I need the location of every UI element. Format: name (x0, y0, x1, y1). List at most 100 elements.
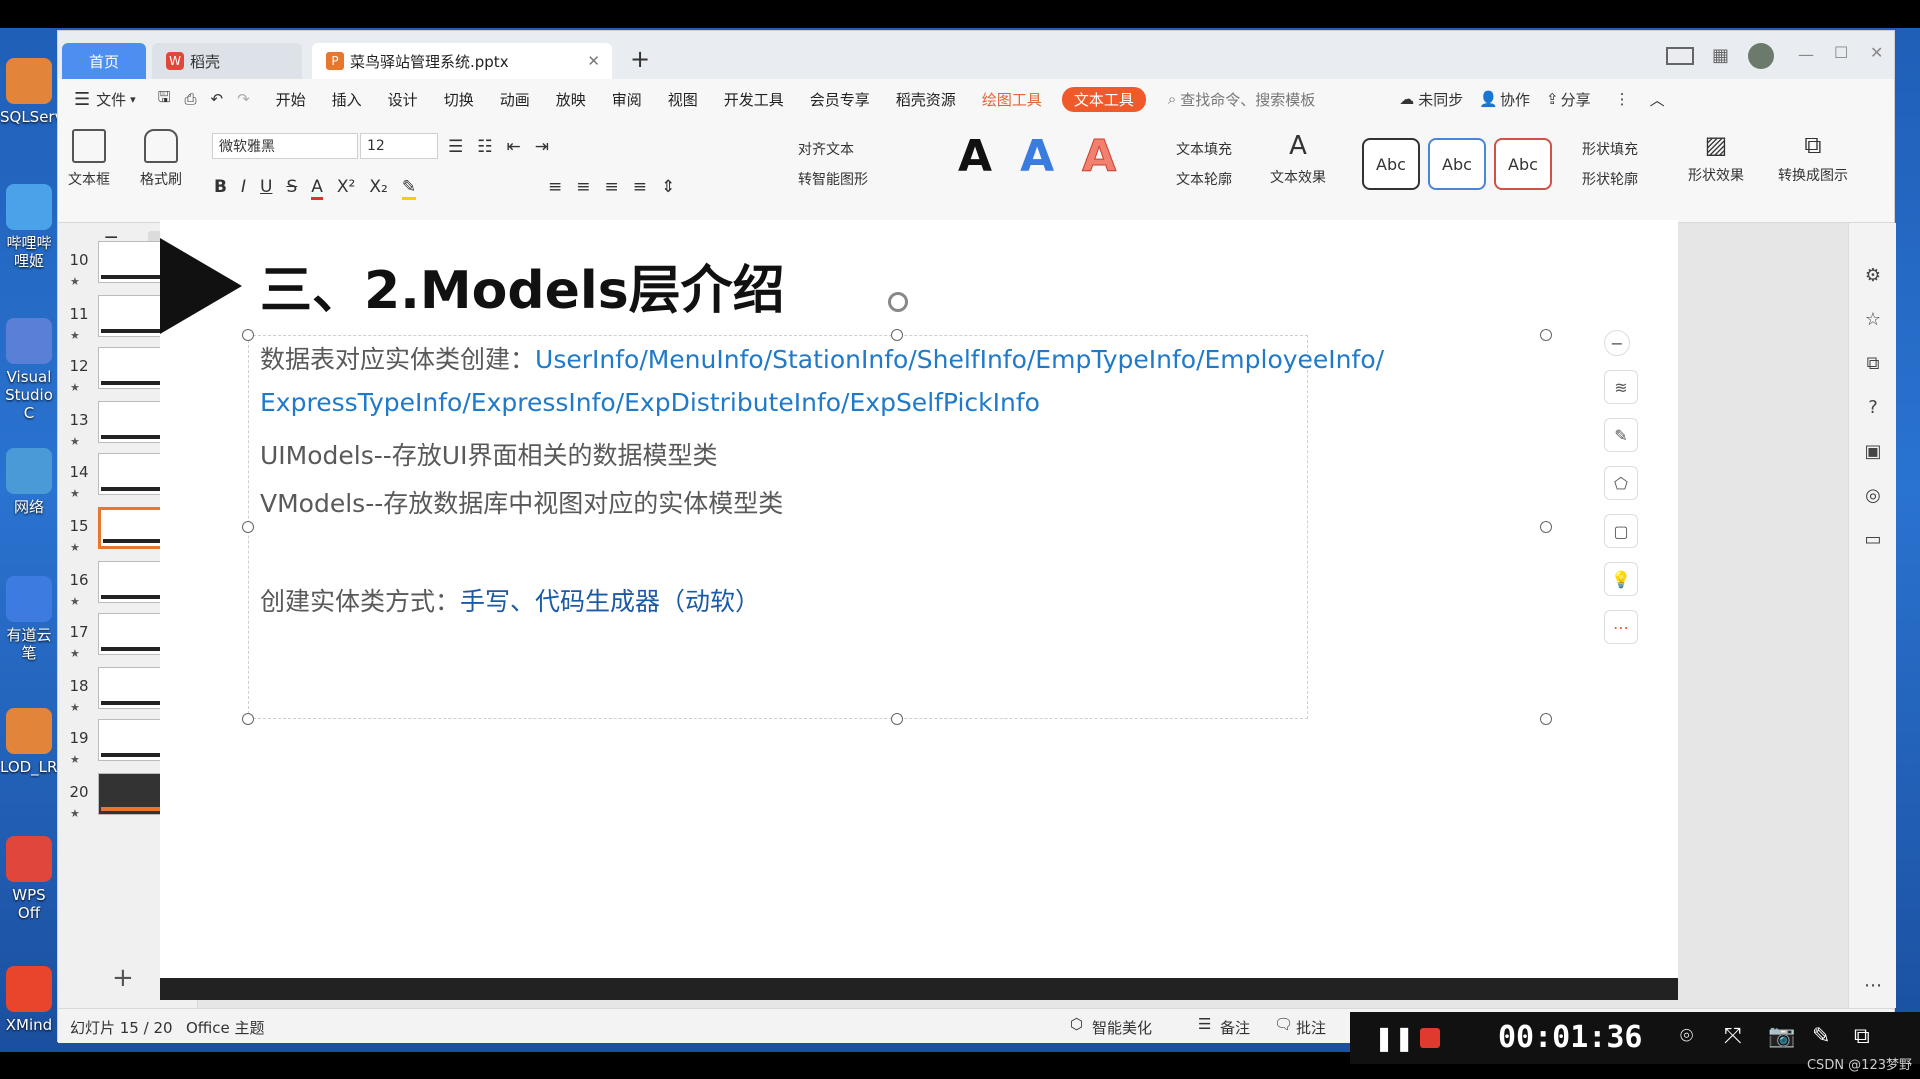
pen-icon[interactable]: ✎ (1604, 418, 1638, 452)
justify-icon[interactable]: ≡ (633, 177, 647, 197)
menu-item[interactable]: 开始 (276, 89, 306, 110)
content-line-1[interactable]: 数据表对应实体类创建：UserInfo/MenuInfo/StationInfo… (260, 340, 1384, 376)
bold-icon[interactable]: B (214, 177, 227, 200)
wordart-black[interactable]: A (958, 131, 992, 182)
resize-handle[interactable] (1540, 329, 1552, 341)
menu-item[interactable]: 审阅 (612, 89, 642, 110)
smart-shape-button[interactable]: 转智能图形 (798, 169, 868, 189)
hamburger-icon[interactable]: ☰ (74, 89, 90, 110)
command-search[interactable]: 查找命令、搜索模板 (1180, 89, 1315, 110)
tab-document[interactable]: P 菜鸟驿站管理系统.pptx ✕ (312, 43, 612, 79)
slide-title[interactable]: 三、2.Models层介绍 (260, 248, 785, 323)
align-center-icon[interactable]: ≡ (576, 177, 590, 197)
convert-diagram-button[interactable]: ⧉ 转换成图示 (1778, 131, 1848, 185)
menu-item[interactable]: 动画 (500, 89, 530, 110)
shape-style-1[interactable]: Abc (1362, 138, 1420, 190)
current-slide[interactable]: 三、2.Models层介绍 数据表对应实体类创建：UserInfo/MenuIn… (160, 220, 1678, 1000)
slide-thumbnail[interactable] (98, 773, 168, 815)
adjust-icon[interactable]: ⚙ (1861, 263, 1885, 287)
shape-outline-button[interactable]: 形状轮廓 (1582, 169, 1638, 189)
slide-thumbnail[interactable] (98, 613, 168, 655)
italic-icon[interactable]: I (241, 177, 246, 200)
location-icon[interactable]: ◎ (1861, 483, 1885, 507)
book-icon[interactable]: ▭ (1861, 527, 1885, 551)
more-icon[interactable]: ⋮ (1615, 90, 1630, 108)
slide-thumbnail[interactable] (98, 453, 168, 495)
sync-status[interactable]: 未同步 (1418, 89, 1463, 110)
bilibili-shortcut[interactable]: 哔哩哔哩姬 (0, 184, 58, 270)
redo-icon[interactable]: ↷ (237, 90, 250, 108)
bullets-icon[interactable]: ☰ (448, 137, 463, 157)
menu-item[interactable]: 稻壳资源 (896, 89, 956, 110)
resize-handle[interactable] (891, 713, 903, 725)
draw-icon[interactable]: ✎ (1812, 1024, 1830, 1049)
textbox-button[interactable]: 文本框 (68, 129, 110, 189)
save-icon[interactable]: 🖫 (158, 87, 171, 112)
menu-item[interactable]: 切换 (444, 89, 474, 110)
subscript-icon[interactable]: X₂ (369, 177, 387, 200)
close-tab-icon[interactable]: ✕ (587, 52, 600, 70)
shape-style-3[interactable]: Abc (1494, 138, 1552, 190)
slide-thumbnail[interactable] (98, 295, 168, 337)
font-family-select[interactable]: 微软雅黑 (212, 133, 358, 159)
shape-style-2[interactable]: Abc (1428, 138, 1486, 190)
align-left-icon[interactable]: ≡ (548, 177, 562, 197)
wps-shortcut[interactable]: WPS Off (0, 836, 58, 922)
underline-icon[interactable]: U (260, 177, 272, 200)
print-icon[interactable]: ⎙ (184, 90, 196, 108)
collapse-icon[interactable]: − (1604, 330, 1630, 356)
slide-thumbnail[interactable] (98, 719, 168, 761)
slide-thumbnail[interactable] (98, 667, 168, 709)
superscript-icon[interactable]: X² (337, 177, 355, 200)
minimize-button[interactable]: — (1798, 45, 1814, 64)
sqlserver-shortcut[interactable]: SQLServ (0, 58, 63, 126)
resize-handle[interactable] (242, 713, 254, 725)
more-dots-icon[interactable]: ⋯ (1604, 610, 1638, 644)
collapse-ribbon-icon[interactable]: ︿ (1650, 89, 1665, 110)
more-options-icon[interactable]: ⋯ (1861, 973, 1885, 997)
align-right-icon[interactable]: ≡ (605, 177, 619, 197)
resize-handle[interactable] (242, 329, 254, 341)
notes-button[interactable]: 备注 (1220, 1017, 1250, 1038)
screenshot-icon[interactable]: ⌾ (1680, 1024, 1693, 1049)
share-button[interactable]: 分享 (1561, 89, 1591, 110)
numbering-icon[interactable]: ☷ (477, 137, 492, 157)
slide-thumbnail[interactable] (98, 561, 168, 603)
line-spacing-icon[interactable]: ⇕ (661, 177, 675, 197)
format-painter-button[interactable]: 格式刷 (140, 129, 182, 189)
text-outline-button[interactable]: 文本轮廓 (1176, 169, 1232, 189)
undo-icon[interactable]: ↶ (210, 90, 223, 108)
lightbulb-icon[interactable]: 💡 (1604, 562, 1638, 596)
indent-icon[interactable]: ⇤ (507, 137, 521, 157)
maximize-button[interactable]: ☐ (1834, 43, 1848, 62)
slide-thumbnail[interactable] (98, 347, 168, 389)
slide-thumbnail[interactable] (98, 401, 168, 443)
text-fill-button[interactable]: 文本填充 (1176, 139, 1232, 159)
highlight-icon[interactable]: ✎ (401, 177, 417, 200)
menu-item[interactable]: 插入 (332, 89, 362, 110)
content-line-4[interactable]: VModels--存放数据库中视图对应的实体模型类 (260, 484, 783, 520)
menu-item[interactable]: 设计 (388, 89, 418, 110)
strike-icon[interactable]: S (286, 177, 297, 200)
menu-drawing-tools[interactable]: 绘图工具 (982, 89, 1042, 110)
stop-icon[interactable] (1420, 1028, 1440, 1048)
frame-icon[interactable]: ▢ (1604, 514, 1638, 548)
new-tab-button[interactable]: + (630, 45, 650, 73)
slide-thumbnail[interactable] (98, 241, 168, 283)
window-icon[interactable]: ⧉ (1854, 1024, 1870, 1049)
fill-icon[interactable]: ⬠ (1604, 466, 1638, 500)
pause-icon[interactable]: ❚❚ (1374, 1024, 1414, 1052)
menu-item[interactable]: 放映 (556, 89, 586, 110)
menu-item[interactable]: 会员专享 (810, 89, 870, 110)
shape-effect-button[interactable]: ▨ 形状效果 (1688, 131, 1744, 185)
close-window-button[interactable]: ✕ (1870, 43, 1883, 62)
resize-handle[interactable] (242, 521, 254, 533)
font-color-icon[interactable]: A (311, 177, 323, 200)
font-size-select[interactable]: 12 (360, 133, 438, 159)
visual-studio-shortcut[interactable]: Visual Studio C (0, 318, 58, 422)
smart-beautify-button[interactable]: 智能美化 (1092, 1017, 1152, 1038)
layers-icon[interactable]: ≋ (1604, 370, 1638, 404)
rotate-handle-icon[interactable] (888, 292, 908, 312)
help-icon[interactable]: ? (1861, 395, 1885, 419)
lod-shortcut[interactable]: LOD_LRS (0, 708, 67, 776)
